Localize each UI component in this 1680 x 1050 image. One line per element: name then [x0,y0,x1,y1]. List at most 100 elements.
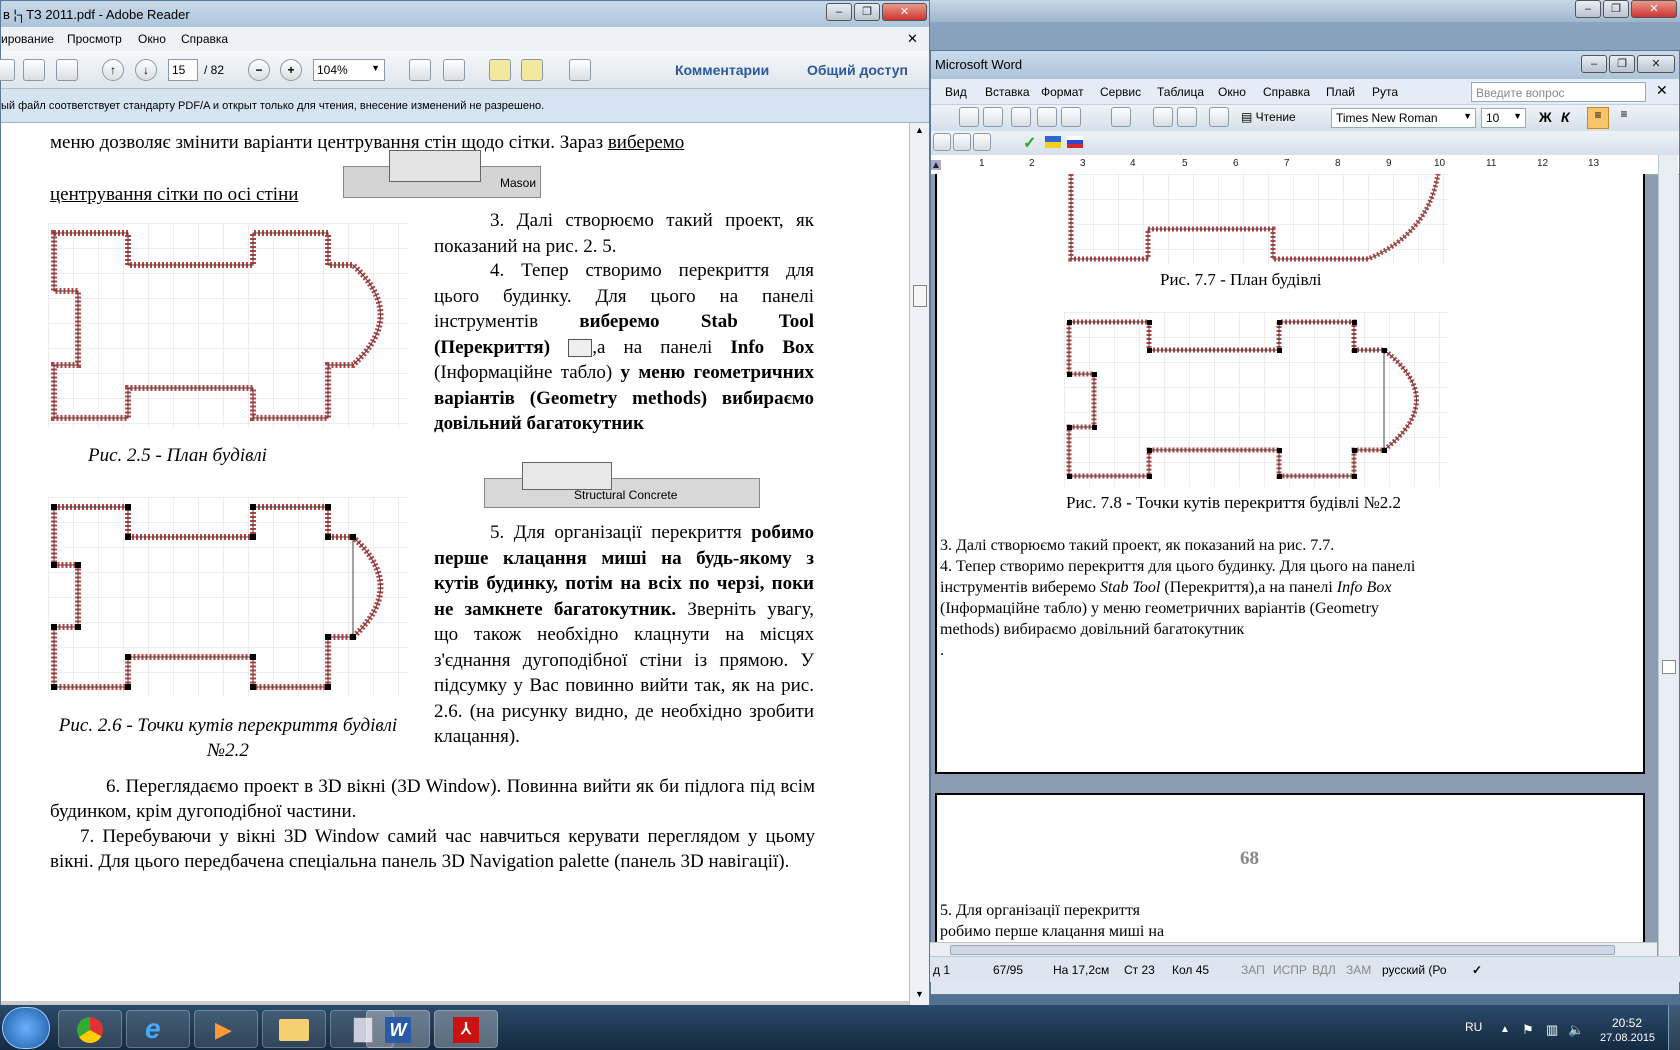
print-icon[interactable] [959,107,979,127]
comments-tab[interactable]: Комментарии [675,62,769,78]
align-center-icon[interactable]: ≡ [1613,107,1635,129]
word-paragraph-4-line3[interactable]: (Інформаційне табло) у меню геометричних… [940,598,1379,619]
word-paragraph-4-line4[interactable]: methods) вибираємо довільний багатокутни… [940,619,1244,640]
preview-icon[interactable] [983,107,1003,127]
word-doc-close-icon[interactable]: ✕ [1656,82,1668,99]
flag-ru-icon[interactable] [1067,136,1083,148]
pdf-paragraph-7: 7. Перебуваючи у вікні 3D Window самий ч… [50,826,815,872]
tools-icon[interactable] [973,133,991,151]
zoom-select[interactable]: 104% ▼ [313,59,385,81]
table-icon[interactable] [1177,107,1197,127]
keyboard-language[interactable]: RU [1465,1020,1482,1034]
checkmark-icon[interactable]: ✓ [1023,133,1036,153]
comment-bubble-icon[interactable] [489,59,511,81]
word-close-button[interactable]: ✕ [1637,55,1675,73]
align-left-icon[interactable]: ≡ [1587,107,1609,129]
word-paragraph-3[interactable]: 3. Далі створюємо такий проект, як показ… [940,535,1334,556]
copy-icon[interactable] [1061,107,1081,127]
cut-icon[interactable] [1037,107,1057,127]
reader-menu-window[interactable]: Окно [138,32,166,46]
word-text-run: (Перекриття),а на панелі [1160,579,1337,596]
reader-close-button[interactable]: ✕ [882,3,927,21]
undo-icon[interactable] [1111,107,1131,127]
expand-icon[interactable] [569,59,591,81]
share-tab[interactable]: Общий доступ [807,62,908,78]
font-select[interactable]: Times New Roman ▼ [1331,108,1476,128]
word-paragraph-5-line2[interactable]: робимо перше клацання миші на [940,921,1164,942]
word-menu-insert[interactable]: Вставка [985,85,1030,99]
word-menu-format[interactable]: Формат [1041,85,1084,99]
clock-date[interactable]: 27.08.2015 [1600,1032,1655,1044]
tray-network-icon[interactable]: ▥ [1546,1022,1558,1038]
word-question-placeholder: Введите вопрос [1476,86,1565,100]
status-trk[interactable]: ИСПР [1273,963,1307,977]
flag-ua-icon[interactable] [1045,136,1061,148]
tray-arrow-icon[interactable]: ▲ [1500,1024,1510,1035]
taskbar-explorer-icon[interactable] [262,1010,326,1048]
font-size-select[interactable]: 10 ▼ [1481,108,1526,128]
draw-icon[interactable] [933,133,951,151]
word-menu-window[interactable]: Окно [1218,85,1246,99]
reader-doc-close-icon[interactable]: ✕ [907,31,918,47]
page-number-input[interactable]: 15 [168,59,198,81]
word-menu-table[interactable]: Таблица [1157,85,1204,99]
ruler-mark: 4 [1130,158,1136,169]
word-maximize-button[interactable]: ❐ [1609,55,1635,73]
word-minimize-button[interactable]: – [1581,55,1607,73]
taskbar-acrobat-icon[interactable]: ⅄ [434,1010,498,1048]
bold-button[interactable]: Ж [1539,109,1552,125]
word-ruler[interactable]: ▲ 1 2 3 4 5 6 7 8 9 10 11 12 13 [931,155,1679,175]
page-up-icon[interactable]: ↑ [102,59,124,81]
status-rec[interactable]: ЗАП [1241,963,1265,977]
italic-button[interactable]: К [1561,109,1570,125]
word-menu-tools[interactable]: Сервис [1100,85,1141,99]
page-down-icon[interactable]: ↓ [135,59,157,81]
word-horizontal-scrollbar[interactable] [930,942,1657,956]
reader-menu-help[interactable]: Справка [181,32,228,46]
taskbar-ie-icon[interactable]: e [126,1010,190,1048]
spelling-icon[interactable] [1011,107,1031,127]
word-question-box[interactable]: Введите вопрос [1471,82,1646,102]
word-paragraph-dot[interactable]: . [940,640,944,661]
reader-menu-edit[interactable]: ирование [1,32,54,46]
status-page: д 1 [933,963,951,977]
reader-minimize-button[interactable]: – [826,3,852,21]
print-icon[interactable] [23,59,45,81]
status-ext[interactable]: ВДЛ [1312,963,1336,977]
show-desktop-button[interactable] [1668,1005,1680,1050]
word-menu-view[interactable]: Вид [945,85,967,99]
reading-button[interactable]: ▤ Чтение [1241,110,1296,124]
zoom-in-icon[interactable]: + [280,59,302,81]
fit-width-icon[interactable] [409,59,431,81]
tray-flag-icon[interactable]: ⚑ [1522,1022,1534,1038]
reader-vertical-scrollbar[interactable]: ▲ ▼ [909,123,929,1005]
chart-icon[interactable] [953,133,971,151]
save-icon[interactable] [0,59,15,81]
taskbar-media-icon[interactable]: ▶ [194,1010,258,1048]
hyperlink-icon[interactable] [1153,107,1173,127]
word-menu-ruta[interactable]: Рута [1372,85,1398,99]
help-icon[interactable] [1209,107,1229,127]
reader-menu-view[interactable]: Просмотр [67,32,122,46]
fit-page-icon[interactable] [443,59,465,81]
background-window-controls[interactable]: – ❐ ✕ [1575,0,1680,18]
pdf-fig26-caption: Рис. 2.6 - Точки кутів перекриття будівл… [58,715,398,761]
word-page-number: 68 [1240,848,1259,869]
zoom-out-icon[interactable]: − [248,59,270,81]
word-menu-help[interactable]: Справка [1263,85,1310,99]
taskbar-word-icon[interactable]: W [366,1010,430,1048]
word-paragraph-5[interactable]: 5. Для організації перекриття [940,900,1140,921]
tray-volume-icon[interactable]: 🔈 [1568,1022,1584,1038]
taskbar-chrome-icon[interactable] [58,1010,122,1048]
word-paragraph-4[interactable]: 4. Тепер створимо перекриття для цього б… [940,556,1415,577]
word-paragraph-4-line2[interactable]: інструментів виберемо Stab Tool (Перекри… [940,577,1391,598]
status-ovr[interactable]: ЗАМ [1346,963,1371,977]
clock-time[interactable]: 20:52 [1612,1016,1642,1030]
reader-maximize-button[interactable]: ❐ [854,3,880,21]
email-icon[interactable] [56,59,78,81]
highlight-icon[interactable] [521,59,543,81]
spellcheck-status-icon[interactable]: ✓ [1472,963,1482,977]
start-button[interactable] [2,1007,50,1049]
word-menu-play[interactable]: Плай [1326,85,1355,99]
word-vertical-scrollbar[interactable] [1658,155,1678,975]
